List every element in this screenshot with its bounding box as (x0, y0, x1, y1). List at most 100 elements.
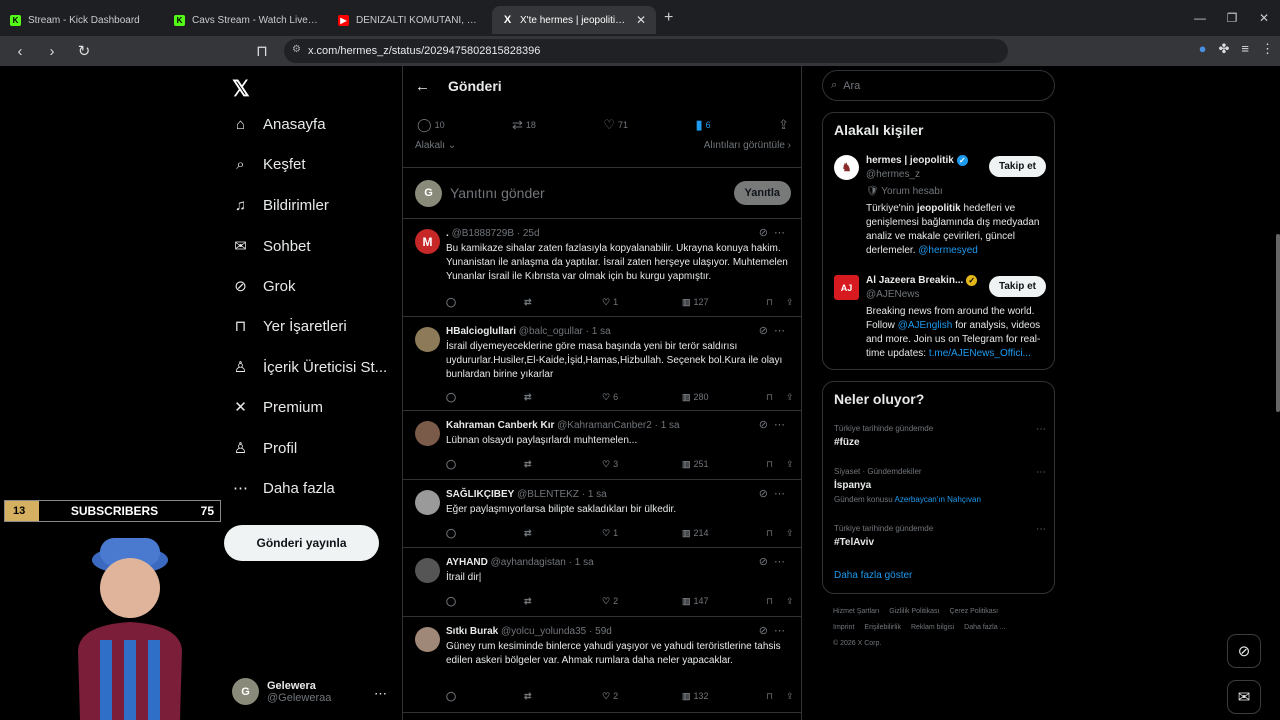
share-icon[interactable]: ⇪ (786, 594, 794, 608)
search-input[interactable]: ⌕ Ara (822, 70, 1055, 101)
close-tab-icon[interactable]: ✕ (636, 13, 646, 27)
like-count[interactable]: ♡ 71 (603, 117, 628, 133)
footer-link[interactable]: Erişilebilirlik (864, 624, 901, 631)
bookmark-icon[interactable]: ⊓ (766, 295, 786, 309)
retweet-button[interactable]: ⇄ (524, 689, 602, 703)
author-name[interactable]: AYHAND (446, 557, 488, 568)
reply-button[interactable]: ◯ (446, 295, 524, 309)
messages-fab-icon[interactable]: ✉ (1227, 680, 1261, 714)
bio-link[interactable]: t.me/AJENews_Offici... (929, 348, 1031, 359)
bio-link[interactable]: @hermesyed (918, 245, 978, 256)
views-button[interactable]: ▥ 127 (682, 295, 766, 309)
footer-link[interactable]: Çerez Politikası (949, 608, 998, 615)
nav-item[interactable]: ♙ İçerik Üreticisi St... (232, 358, 387, 377)
footer-link[interactable]: Imprint (833, 624, 854, 631)
sort-dropdown[interactable]: Alakalı ⌄ (415, 140, 456, 151)
views-button[interactable]: ▥ 280 (682, 390, 766, 404)
nav-item[interactable]: ⋯ Daha fazla (232, 479, 335, 498)
views-button[interactable]: ▥ 132 (682, 689, 766, 703)
nav-item[interactable]: ✉ Sohbet (232, 237, 310, 256)
more-dots-icon[interactable]: ⋯ (774, 625, 791, 637)
bio-link[interactable]: @AJEnglish (898, 320, 953, 331)
bookmark-icon[interactable]: ⊓ (766, 594, 786, 608)
reply-button[interactable]: ◯ (446, 526, 524, 540)
views-button[interactable]: ▥ 147 (682, 594, 766, 608)
scrollbar[interactable] (1276, 234, 1280, 412)
close-window-icon[interactable]: ✕ (1248, 0, 1280, 36)
avatar[interactable]: M (415, 229, 440, 254)
nav-item[interactable]: ⌂ Anasayfa (232, 116, 326, 133)
share-icon[interactable]: ⇪ (786, 457, 794, 471)
bookmark-icon[interactable]: ⊓ (766, 526, 786, 540)
site-info-icon[interactable]: ⚙ (292, 44, 301, 55)
retweet-button[interactable]: ⇄ (524, 526, 602, 540)
back-arrow-icon[interactable]: ← (415, 78, 430, 95)
bookmark-star-icon[interactable]: ⊓ (246, 42, 278, 60)
reply-tweet[interactable]: Sıtkı Burak @yolcu_yolunda35 · 59d ⊘⋯ Güne… (403, 617, 801, 713)
reply-button[interactable]: ◯ (446, 689, 524, 703)
footer-link[interactable]: Hizmet Şartları (833, 608, 879, 615)
retweet-button[interactable]: ⇄ (524, 295, 602, 309)
like-button[interactable]: ♡ 1 (602, 295, 682, 309)
post-button[interactable]: Gönderi yayınla (224, 525, 379, 561)
footer-link[interactable]: Daha fazla ... (964, 624, 1005, 631)
share-icon[interactable]: ⇪ (786, 526, 794, 540)
trend-more-icon[interactable]: ⋯ (1036, 467, 1046, 478)
like-button[interactable]: ♡ 2 (602, 594, 682, 608)
views-button[interactable]: ▥ 214 (682, 526, 766, 540)
bookmark-icon[interactable]: ⊓ (766, 390, 786, 404)
grok-icon[interactable]: ⊘ (759, 227, 774, 239)
nav-item[interactable]: ♙ Profil (232, 439, 297, 458)
person-item[interactable]: AJ Al Jazeera Breakin... ✓ @AJENews Takip… (834, 275, 1046, 365)
avatar[interactable] (415, 558, 440, 583)
follow-button[interactable]: Takip et (988, 276, 1046, 297)
browser-tab-active[interactable]: X X'te hermes | jeopolitik: "İngili ✕ (492, 6, 656, 34)
reply-input[interactable]: Yanıtını gönder (450, 185, 726, 201)
trend-more-icon[interactable]: ⋯ (1036, 424, 1046, 435)
more-dots-icon[interactable]: ⋯ (774, 556, 791, 568)
more-dots-icon[interactable]: ⋯ (774, 419, 791, 431)
trend-more-icon[interactable]: ⋯ (1036, 524, 1046, 535)
reply-tweet[interactable]: AYHAND @ayhandagistan · 1 sa ⊘⋯ İtrail dir… (403, 548, 801, 617)
share-icon[interactable]: ⇪ (786, 689, 794, 703)
like-button[interactable]: ♡ 3 (602, 457, 682, 471)
grok-icon[interactable]: ⊘ (759, 325, 774, 337)
author-name[interactable]: HBalcioglullari (446, 326, 516, 337)
nav-item[interactable]: ⊓ Yer İşaretleri (232, 317, 347, 336)
extension-icon[interactable]: ● (1199, 41, 1207, 57)
reply-tweet[interactable]: SAĞLIKÇIBEY @BLENTEKZ · 1 sa ⊘⋯ Eğer payla… (403, 480, 801, 548)
reply-count[interactable]: ◯ 10 (417, 117, 445, 133)
reply-button[interactable]: ◯ (446, 457, 524, 471)
account-switcher[interactable]: G Gelewera @Geleweraa (232, 678, 331, 705)
share-icon[interactable]: ⇪ (778, 117, 789, 133)
bookmark-icon[interactable]: ⊓ (766, 689, 786, 703)
reload-icon[interactable]: ↻ (68, 42, 100, 60)
like-button[interactable]: ♡ 1 (602, 526, 682, 540)
back-icon[interactable]: ‹ (4, 43, 36, 60)
url-input[interactable]: ⚙ x.com/hermes_z/status/2029475802815828… (284, 39, 1008, 63)
views-button[interactable]: ▥ 251 (682, 457, 766, 471)
browser-tab[interactable]: ▶ DENİZALTI KOMUTANI, DENİZALTI SA (328, 6, 492, 34)
avatar[interactable] (415, 627, 440, 652)
author-name[interactable]: Sıtkı Burak (446, 626, 498, 637)
bookmark-count[interactable]: ▮ 6 (695, 117, 710, 133)
nav-item[interactable]: ✕ Premium (232, 398, 323, 417)
more-dots-icon[interactable]: ⋯ (774, 325, 791, 337)
avatar[interactable] (415, 327, 440, 352)
reply-tweet[interactable]: M. @B1888729B · 25d ⊘⋯ Bu kamikaze sihalar… (403, 219, 801, 317)
show-more-link[interactable]: Daha fazla göster (834, 570, 912, 581)
grok-icon[interactable]: ⊘ (759, 419, 774, 431)
retweet-button[interactable]: ⇄ (524, 390, 602, 404)
author-name[interactable]: SAĞLIKÇIBEY (446, 489, 514, 500)
browser-tab[interactable]: K Stream - Kick Dashboard (0, 6, 164, 34)
like-button[interactable]: ♡ 2 (602, 689, 682, 703)
forward-icon[interactable]: › (36, 43, 68, 60)
reply-tweet[interactable]: HBalcioglullari @balc_ogullar · 1 sa ⊘⋯ İs… (403, 317, 801, 411)
restore-icon[interactable]: ❐ (1216, 0, 1248, 36)
avatar[interactable] (415, 421, 440, 446)
reply-button[interactable]: Yanıtla (733, 181, 791, 205)
reply-button[interactable]: ◯ (446, 390, 524, 404)
more-dots-icon[interactable]: ⋯ (774, 488, 791, 500)
person-item[interactable]: ♞ hermes | jeopolitik ✓ @hermes_z Takip e… (834, 155, 1046, 259)
follow-button[interactable]: Takip et (988, 156, 1046, 177)
